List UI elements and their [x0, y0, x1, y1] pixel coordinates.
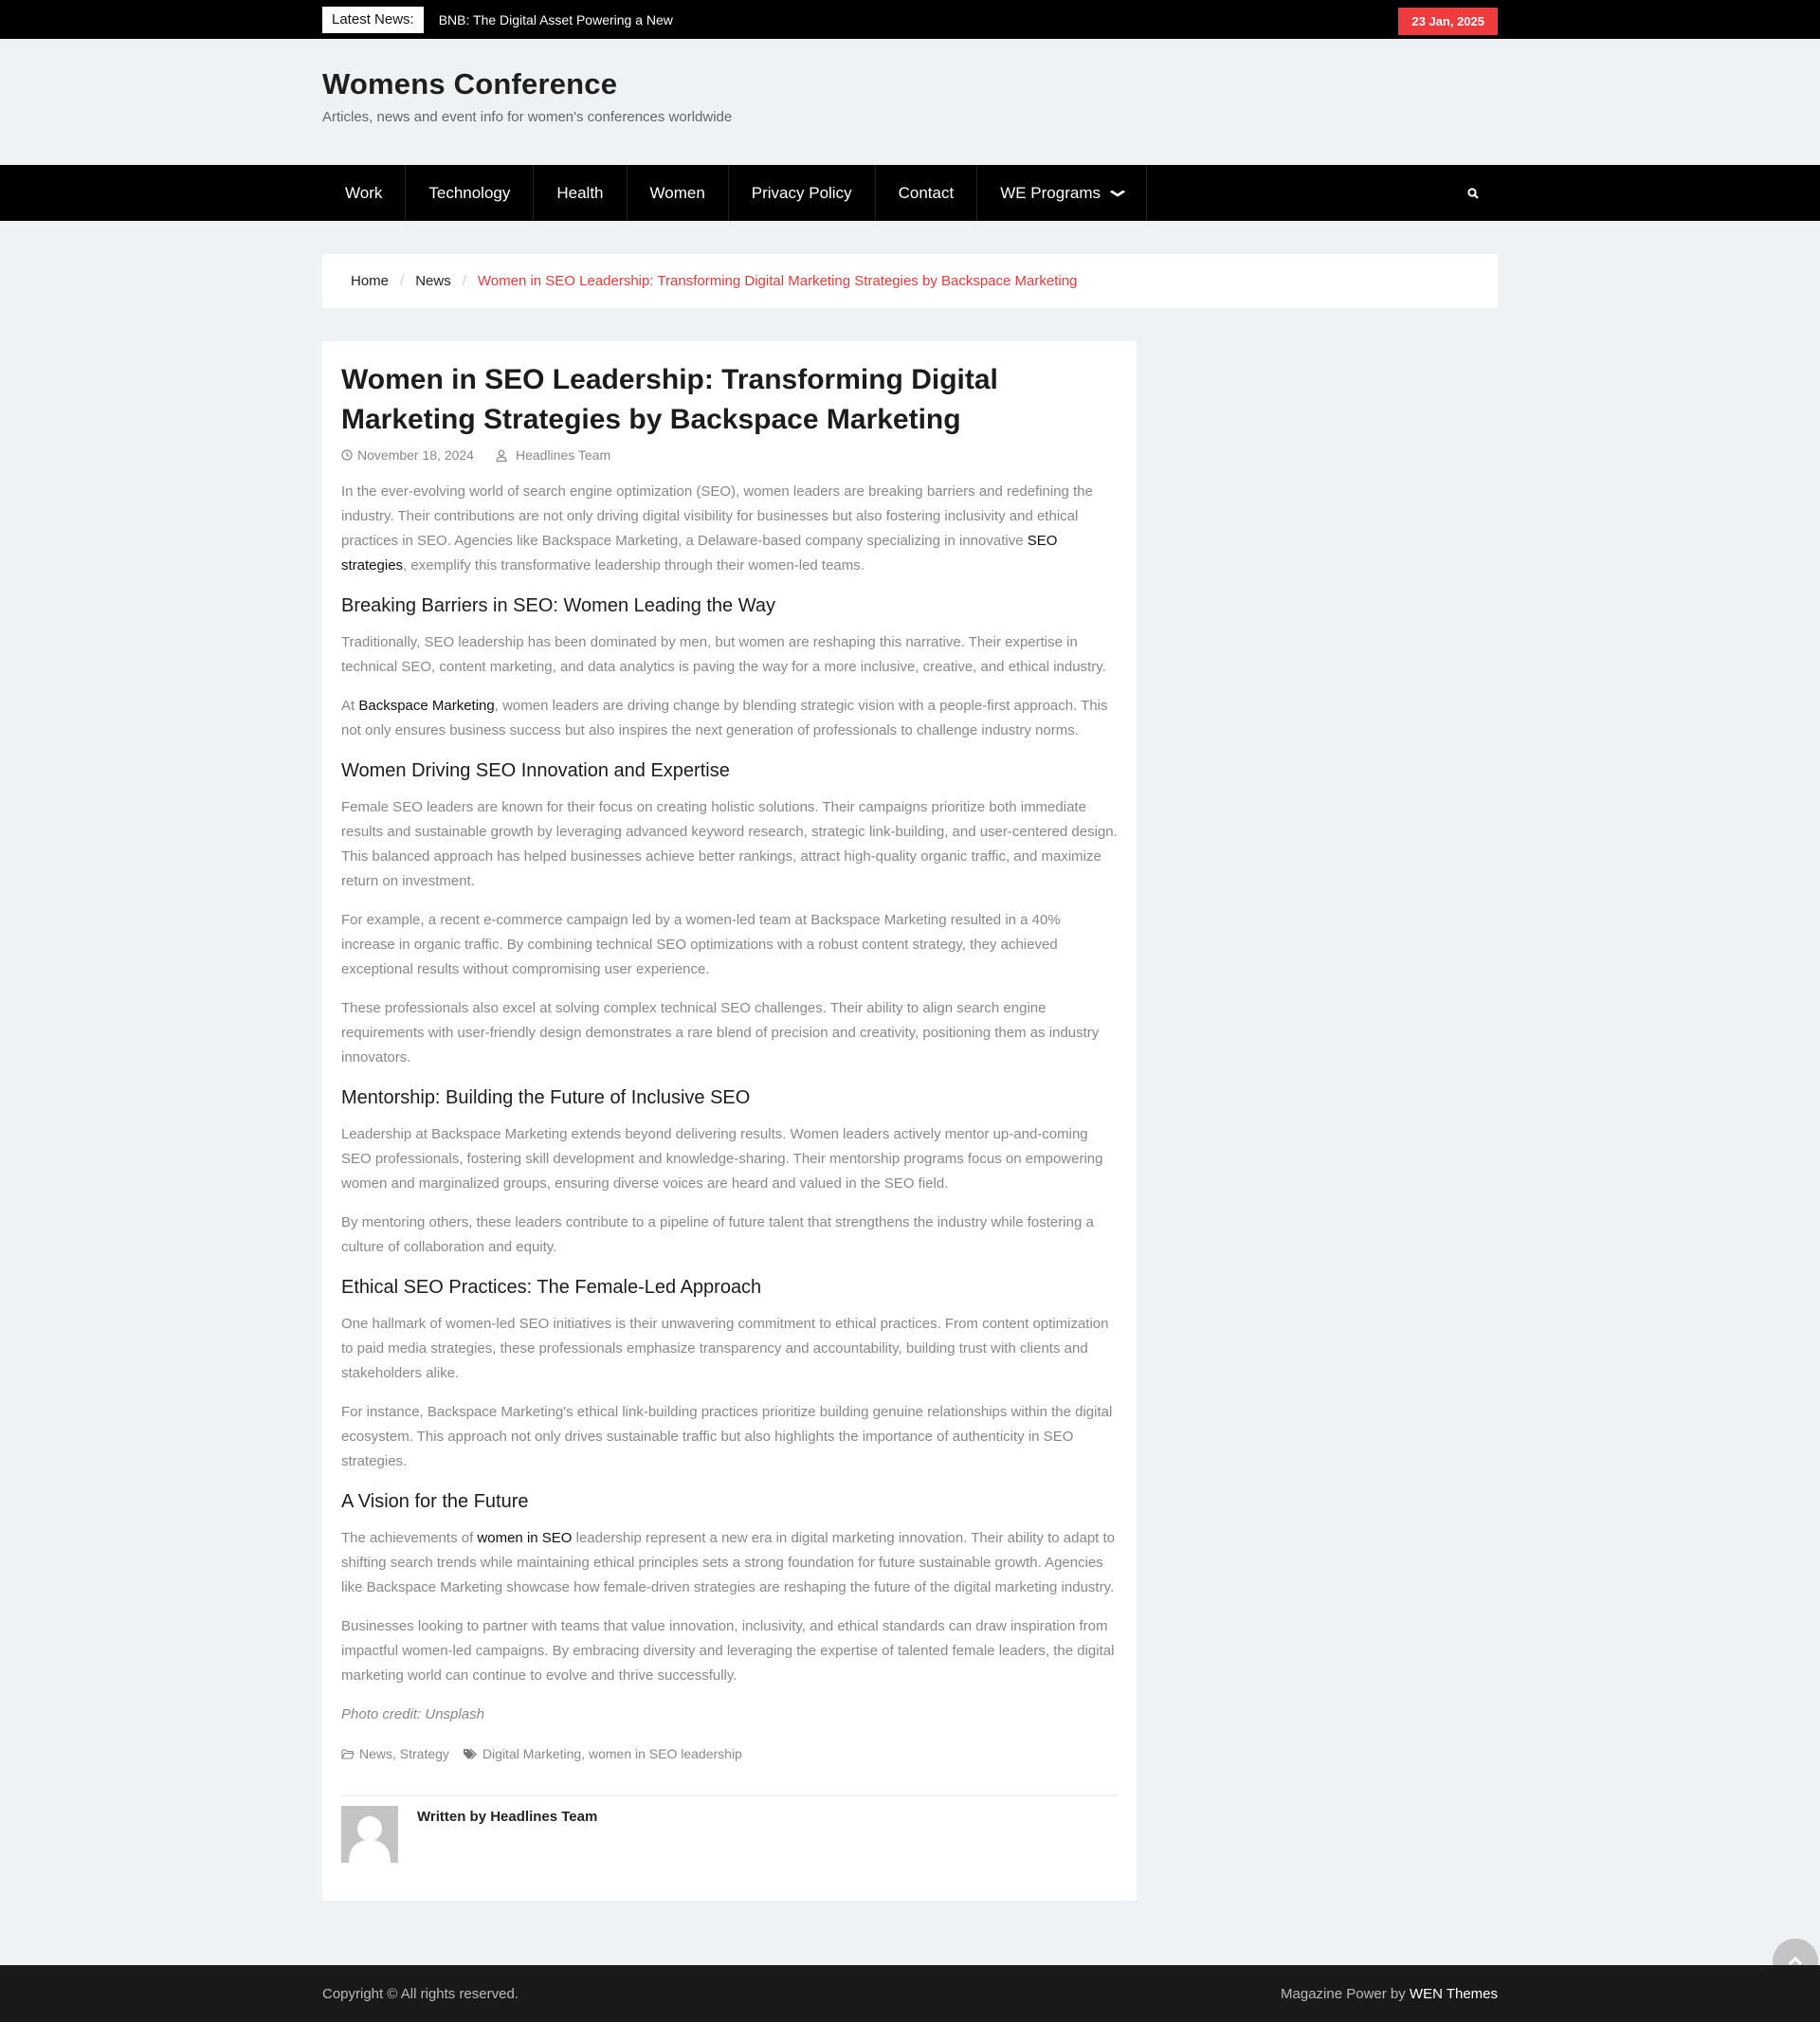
article-title: Women in SEO Leadership: Transforming Di… [341, 364, 998, 435]
women-in-seo-link[interactable]: women in SEO [477, 1530, 572, 1546]
user-silhouette-icon [349, 1816, 391, 1863]
breadcrumb-separator: / [462, 273, 466, 289]
breadcrumb-current: Women in SEO Leadership: Transforming Di… [477, 273, 1078, 289]
breadcrumb: Home / News / Women in SEO Leadership: T… [322, 254, 1498, 308]
backspace-marketing-link[interactable]: Backspace Marketing [358, 698, 494, 714]
breadcrumb-separator: / [400, 273, 405, 289]
category-link[interactable]: Strategy [400, 1746, 449, 1761]
nav-item-label: Women [649, 183, 705, 202]
article-paragraph: The achievements of women in SEO leaders… [341, 1530, 1116, 1595]
article-paragraph: Traditionally, SEO leadership has been d… [341, 634, 1106, 675]
section-heading: Ethical SEO Practices: The Female-Led Ap… [341, 1277, 762, 1298]
category-link[interactable]: News [359, 1746, 392, 1761]
site-footer: Copyright © All rights reserved. Magazin… [0, 1965, 1820, 2022]
nav-item-label: WE Programs [1000, 183, 1101, 202]
author-name[interactable]: Written by Headlines Team [417, 1809, 597, 1863]
post-date[interactable]: November 18, 2024 [341, 447, 474, 463]
nav-item-privacy-policy[interactable]: Privacy Policy [729, 165, 876, 221]
post-taxonomy: News, Strategy Digital Marketing, women … [341, 1746, 1118, 1761]
user-icon [496, 449, 507, 462]
article-meta: November 18, 2024 Headlines Team [341, 447, 1118, 463]
nav-item-work[interactable]: Work [322, 165, 407, 221]
section-heading: Women Driving SEO Innovation and Experti… [341, 760, 730, 781]
article-paragraph: These professionals also excel at solvin… [341, 1000, 1100, 1066]
nav-item-technology[interactable]: Technology [406, 165, 535, 221]
site-title[interactable]: Womens Conference [322, 67, 1498, 101]
tag-link[interactable]: Digital Marketing [482, 1746, 581, 1761]
top-bar: Latest News: BNB: The Digital Asset Powe… [0, 0, 1820, 39]
nav-item-label: Privacy Policy [751, 183, 852, 202]
site-description: Articles, news and event info for women'… [322, 109, 733, 125]
avatar [341, 1806, 398, 1863]
tag-link[interactable]: women in SEO leadership [589, 1746, 742, 1761]
article-paragraph: For instance, Backspace Marketing's ethi… [341, 1404, 1113, 1469]
chevron-down-icon [1109, 190, 1126, 197]
tags-icon [463, 1748, 477, 1759]
categories: News, Strategy [341, 1746, 449, 1761]
main-navigation: Work Technology Health Women Privacy Pol… [0, 165, 1820, 221]
copyright-text: Copyright © All rights reserved. [322, 1985, 519, 2002]
tags: Digital Marketing, women in SEO leadersh… [463, 1746, 742, 1761]
search-button[interactable] [1467, 165, 1479, 221]
article-paragraph: In the ever-evolving world of search eng… [341, 483, 1093, 574]
article-paragraph: Leadership at Backspace Marketing extend… [341, 1126, 1103, 1192]
nav-item-label: Work [345, 183, 383, 202]
article-paragraph: Female SEO leaders are known for their f… [341, 799, 1118, 889]
nav-item-women[interactable]: Women [628, 165, 729, 221]
post-author-text: Headlines Team [515, 447, 611, 463]
folder-icon [341, 1748, 355, 1759]
nav-item-we-programs[interactable]: WE Programs [977, 165, 1147, 221]
nav-item-health[interactable]: Health [534, 165, 628, 221]
article-paragraph: Businesses looking to partner with teams… [341, 1618, 1115, 1684]
post-date-text: November 18, 2024 [357, 447, 474, 463]
breadcrumb-news[interactable]: News [415, 273, 451, 289]
date-badge: 23 Jan, 2025 [1398, 8, 1498, 35]
wen-themes-link[interactable]: WEN Themes [1410, 1986, 1498, 2002]
post-author[interactable]: Headlines Team [495, 447, 610, 463]
section-heading: Mentorship: Building the Future of Inclu… [341, 1087, 751, 1108]
site-header: Womens Conference Articles, news and eve… [0, 39, 1820, 165]
section-heading: Breaking Barriers in SEO: Women Leading … [341, 595, 775, 616]
breadcrumb-home[interactable]: Home [351, 273, 389, 289]
photo-credit: Photo credit: Unsplash [341, 1706, 484, 1722]
author-box: Written by Headlines Team [341, 1794, 1118, 1863]
nav-item-contact[interactable]: Contact [876, 165, 978, 221]
article-paragraph: At Backspace Marketing, women leaders ar… [341, 698, 1108, 738]
article-paragraph: By mentoring others, these leaders contr… [341, 1214, 1094, 1255]
section-heading: A Vision for the Future [341, 1491, 529, 1512]
latest-news-label: Latest News: [322, 6, 424, 33]
article-paragraph: For example, a recent e-commerce campaig… [341, 912, 1061, 977]
article-paragraph: One hallmark of women-led SEO initiative… [341, 1316, 1109, 1381]
powered-by: Magazine Power by WEN Themes [1281, 1985, 1498, 2002]
nav-item-label: Technology [428, 183, 511, 202]
nav-item-label: Health [556, 183, 604, 202]
nav-item-label: Contact [898, 183, 955, 202]
latest-news-headline[interactable]: BNB: The Digital Asset Powering a New [439, 12, 673, 27]
clock-icon [341, 449, 353, 461]
article: Women in SEO Leadership: Transforming Di… [322, 341, 1137, 1901]
search-icon [1467, 187, 1479, 199]
